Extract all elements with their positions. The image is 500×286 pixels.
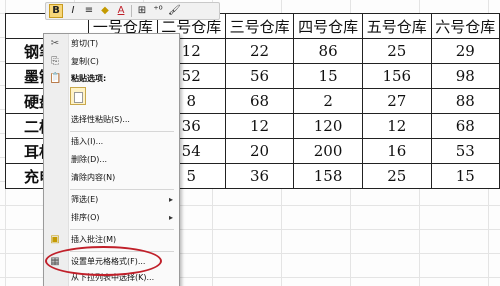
menu-item-copy[interactable]: ⎘ 复制(C) <box>44 54 179 70</box>
data-cell[interactable]: 16 <box>361 138 432 164</box>
header-cell-warehouse-5[interactable]: 五号仓库 <box>361 13 432 39</box>
menu-item-label: 插入(I)... <box>71 137 104 146</box>
data-cell[interactable]: 120 <box>293 113 363 139</box>
data-cell[interactable]: 12 <box>361 113 432 139</box>
bold-button[interactable]: B <box>49 4 63 18</box>
menu-item-label: 选择性粘贴(S)... <box>71 115 130 124</box>
data-cell[interactable]: 200 <box>293 138 363 164</box>
menu-item-label: 排序(O) <box>71 213 100 222</box>
header-cell-warehouse-3[interactable]: 三号仓库 <box>224 13 295 39</box>
data-cell[interactable]: 36 <box>224 163 295 189</box>
align-center-icon[interactable]: ≡ <box>83 5 95 17</box>
data-cell[interactable]: 15 <box>430 163 500 189</box>
menu-item-label: 清除内容(N) <box>71 173 116 182</box>
data-cell[interactable]: 15 <box>293 63 363 89</box>
data-cell[interactable]: 56 <box>224 63 295 89</box>
data-cell[interactable]: 22 <box>224 38 295 64</box>
scissors-icon: ✂ <box>50 38 60 49</box>
data-cell[interactable]: 68 <box>224 88 295 114</box>
menu-item-label: 筛选(E) <box>71 195 99 204</box>
menu-item-label: 删除(D)... <box>71 155 108 164</box>
red-highlight-annotation <box>45 246 162 276</box>
menu-item-label: 粘贴选项: <box>71 74 107 83</box>
data-cell[interactable]: 158 <box>293 163 363 189</box>
menu-item-delete[interactable]: 删除(D)... <box>44 152 179 168</box>
menu-item-label: 剪切(T) <box>71 39 99 48</box>
copy-icon: ⎘ <box>51 56 59 67</box>
menu-separator <box>70 131 174 132</box>
data-cell[interactable]: 25 <box>361 38 432 64</box>
fill-color-icon[interactable]: ◆ <box>99 5 111 17</box>
menu-item-sort[interactable]: 排序(O) ▸ <box>44 210 179 226</box>
paste-option-icon[interactable] <box>70 87 86 105</box>
menu-item-cut[interactable]: ✂ 剪切(T) <box>44 36 179 52</box>
italic-button[interactable]: I <box>67 5 79 17</box>
data-cell[interactable]: 2 <box>293 88 363 114</box>
header-cell-warehouse-6[interactable]: 六号仓库 <box>430 13 500 39</box>
clipboard-icon: 📋 <box>49 73 62 84</box>
data-cell[interactable]: 98 <box>430 63 500 89</box>
menu-separator <box>70 229 174 230</box>
submenu-arrow-icon: ▸ <box>168 195 173 204</box>
font-color-button[interactable]: A <box>115 5 127 17</box>
data-cell[interactable]: 88 <box>430 88 500 114</box>
data-cell[interactable]: 53 <box>430 138 500 164</box>
menu-item-label: 复制(C) <box>71 57 99 66</box>
menu-separator <box>70 189 174 190</box>
data-cell[interactable]: 68 <box>430 113 500 139</box>
data-cell[interactable]: 20 <box>224 138 295 164</box>
menu-item-paste-options[interactable]: 📋 粘贴选项: <box>44 71 179 87</box>
format-painter-icon[interactable]: 🖌 <box>168 5 181 17</box>
menu-item-paste-special[interactable]: 选择性粘贴(S)... <box>44 112 179 128</box>
header-cell-warehouse-4[interactable]: 四号仓库 <box>293 13 363 39</box>
data-cell[interactable]: 12 <box>224 113 295 139</box>
menu-item-clear-contents[interactable]: 清除内容(N) <box>44 170 179 186</box>
submenu-arrow-icon: ▸ <box>168 213 173 222</box>
comment-icon: ▣ <box>50 234 60 245</box>
increase-decimal-button[interactable]: ⁺⁰ <box>152 5 164 17</box>
data-cell[interactable]: 25 <box>361 163 432 189</box>
data-cell[interactable]: 86 <box>293 38 363 64</box>
mini-format-toolbar: B I ≡ ◆ A ⊞ ⁺⁰ 🖌 <box>45 2 220 20</box>
spreadsheet-screenshot: 一号仓库 二号仓库 三号仓库 四号仓库 五号仓库 六号仓库 钢笔 12 22 8… <box>0 0 500 286</box>
toolbar-divider <box>131 5 132 17</box>
data-cell[interactable]: 156 <box>361 63 432 89</box>
data-cell[interactable]: 29 <box>430 38 500 64</box>
menu-item-filter[interactable]: 筛选(E) ▸ <box>44 192 179 208</box>
menu-item-insert[interactable]: 插入(I)... <box>44 134 179 150</box>
borders-icon[interactable]: ⊞ <box>136 5 148 17</box>
data-cell[interactable]: 27 <box>361 88 432 114</box>
